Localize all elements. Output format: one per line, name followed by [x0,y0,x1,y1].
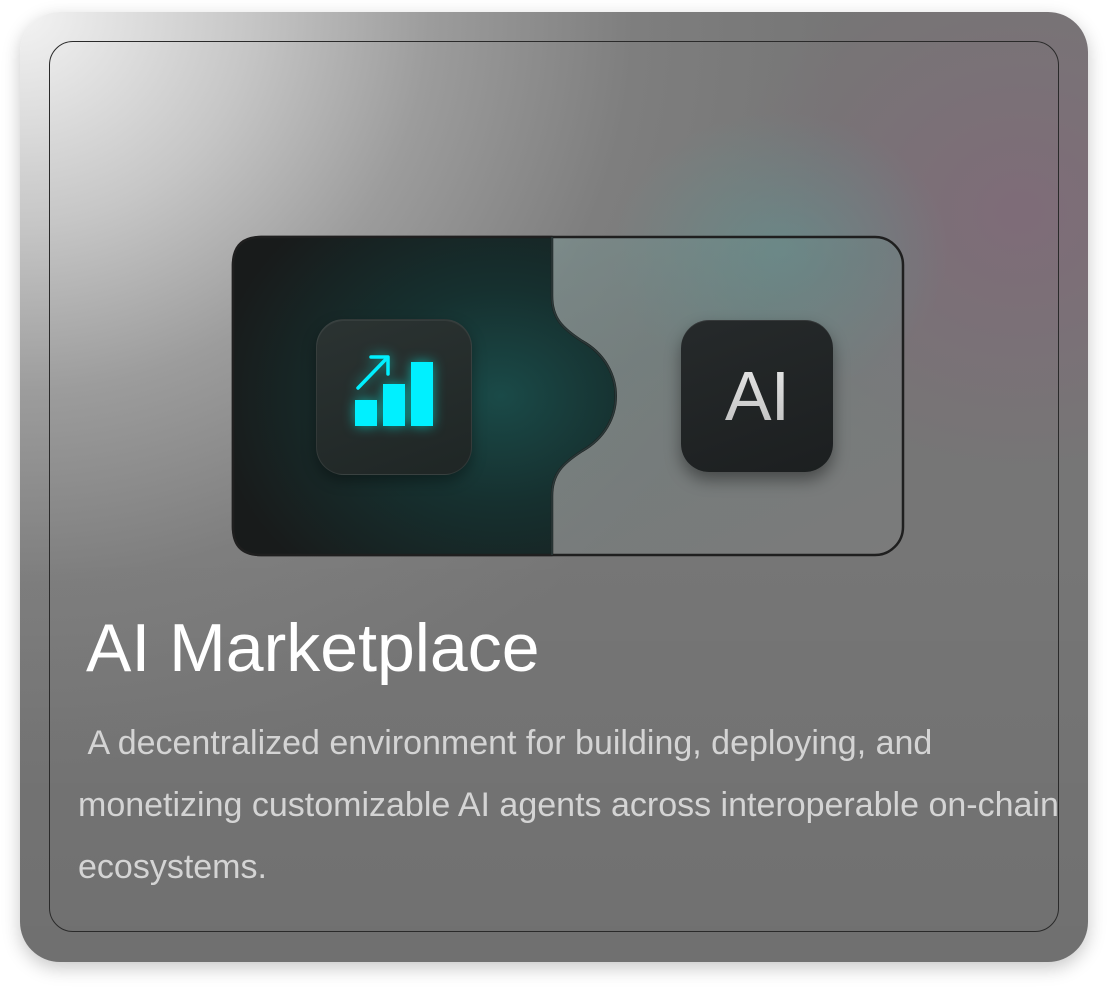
growth-chart-icon [355,355,433,426]
card-description: A decentralized environment for building… [78,724,1069,886]
analytics-tile [316,319,472,475]
ai-tile-label: AI [681,320,833,472]
card-title: AI Marketplace [86,610,540,686]
puzzle-illustration: AI [231,235,905,557]
ai-tile: AI [681,320,833,472]
feature-card: AI AI Marketplace A decentralized enviro… [20,12,1088,962]
